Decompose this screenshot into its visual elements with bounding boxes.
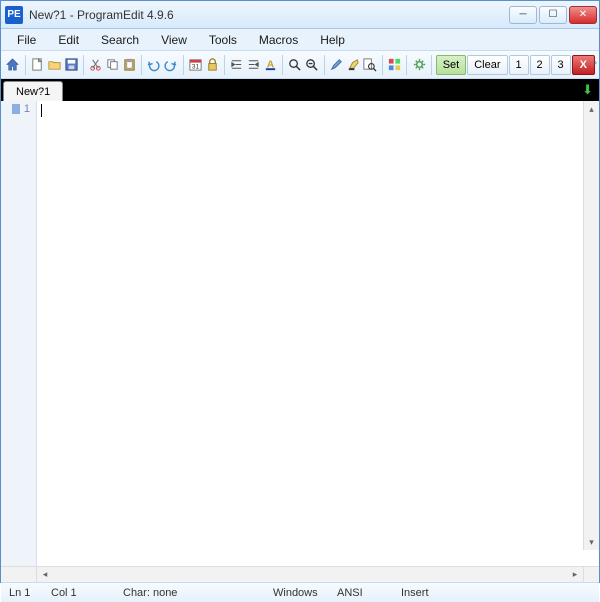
color-grid-icon[interactable] bbox=[387, 55, 403, 75]
status-encoding: ANSI bbox=[329, 587, 393, 599]
clear-button[interactable]: Clear bbox=[467, 55, 507, 75]
minimize-button[interactable]: ─ bbox=[509, 6, 537, 24]
set-button[interactable]: Set bbox=[436, 55, 467, 75]
menu-bar: File Edit Search View Tools Macros Help bbox=[1, 29, 599, 51]
find-in-page-icon[interactable] bbox=[362, 55, 378, 75]
editor-area: 1 ▴ ▾ bbox=[1, 101, 599, 566]
scroll-corner bbox=[583, 567, 599, 582]
status-bar: Ln 1 Col 1 Char: none Windows ANSI Inser… bbox=[1, 582, 599, 602]
scroll-stub bbox=[1, 567, 37, 582]
menu-tools[interactable]: Tools bbox=[199, 31, 247, 49]
tab-active[interactable]: New?1 bbox=[3, 81, 63, 101]
redo-icon[interactable] bbox=[163, 55, 179, 75]
menu-search[interactable]: Search bbox=[91, 31, 149, 49]
brush-icon[interactable] bbox=[328, 55, 344, 75]
svg-text:31: 31 bbox=[192, 63, 200, 70]
cut-icon[interactable] bbox=[88, 55, 104, 75]
save-icon[interactable] bbox=[63, 55, 79, 75]
line-gutter: 1 bbox=[1, 101, 37, 566]
settings-icon[interactable] bbox=[411, 55, 427, 75]
menu-help[interactable]: Help bbox=[310, 31, 355, 49]
line-number: 1 bbox=[24, 103, 30, 115]
gutter-mark-icon bbox=[12, 104, 20, 114]
status-insert-mode: Insert bbox=[393, 587, 437, 599]
status-col: Col 1 bbox=[43, 587, 115, 599]
tab-strip: New?1 ⬇ bbox=[1, 79, 599, 101]
status-char: Char: none bbox=[115, 587, 265, 599]
zoom-icon[interactable] bbox=[287, 55, 303, 75]
menu-macros[interactable]: Macros bbox=[249, 31, 308, 49]
close-button[interactable]: ✕ bbox=[569, 6, 597, 24]
toolbar: 31 A Set Clear 1 2 3 X » bbox=[1, 51, 599, 79]
undo-icon[interactable] bbox=[146, 55, 162, 75]
menu-edit[interactable]: Edit bbox=[48, 31, 89, 49]
highlight-icon[interactable] bbox=[345, 55, 361, 75]
status-line: Ln 1 bbox=[1, 587, 43, 599]
menu-file[interactable]: File bbox=[7, 31, 46, 49]
scroll-left-icon[interactable]: ◂ bbox=[37, 567, 53, 582]
scroll-up-icon[interactable]: ▴ bbox=[584, 101, 599, 117]
indent-left-icon[interactable] bbox=[229, 55, 245, 75]
status-os: Windows bbox=[265, 587, 329, 599]
window-titlebar: PE New?1 - ProgramEdit 4.9.6 ─ ☐ ✕ bbox=[1, 1, 599, 29]
maximize-button[interactable]: ☐ bbox=[539, 6, 567, 24]
window-controls: ─ ☐ ✕ bbox=[509, 6, 597, 24]
lock-icon[interactable] bbox=[204, 55, 220, 75]
zoom-out-icon[interactable] bbox=[304, 55, 320, 75]
home-icon[interactable] bbox=[5, 55, 21, 75]
open-file-icon[interactable] bbox=[46, 55, 62, 75]
scroll-right-icon[interactable]: ▸ bbox=[567, 567, 583, 582]
indent-right-icon[interactable] bbox=[246, 55, 262, 75]
bookmark-3-button[interactable]: 3 bbox=[551, 55, 571, 75]
vertical-scrollbar[interactable]: ▴ ▾ bbox=[583, 101, 599, 550]
horizontal-scrollbar[interactable]: ◂ ▸ bbox=[1, 566, 599, 582]
font-color-icon[interactable]: A bbox=[262, 55, 278, 75]
paste-icon[interactable] bbox=[121, 55, 137, 75]
download-icon[interactable]: ⬇ bbox=[582, 82, 593, 98]
bookmark-1-button[interactable]: 1 bbox=[509, 55, 529, 75]
text-caret bbox=[41, 104, 42, 117]
window-title: New?1 - ProgramEdit 4.9.6 bbox=[29, 8, 509, 22]
scroll-track[interactable] bbox=[53, 567, 567, 582]
text-editor[interactable] bbox=[37, 101, 599, 566]
new-file-icon[interactable] bbox=[30, 55, 46, 75]
calendar-icon[interactable]: 31 bbox=[187, 55, 203, 75]
toolbar-overflow-icon[interactable]: » bbox=[592, 57, 597, 67]
scroll-down-icon[interactable]: ▾ bbox=[584, 534, 599, 550]
copy-icon[interactable] bbox=[105, 55, 121, 75]
bookmark-2-button[interactable]: 2 bbox=[530, 55, 550, 75]
menu-view[interactable]: View bbox=[151, 31, 197, 49]
app-icon: PE bbox=[5, 6, 23, 24]
